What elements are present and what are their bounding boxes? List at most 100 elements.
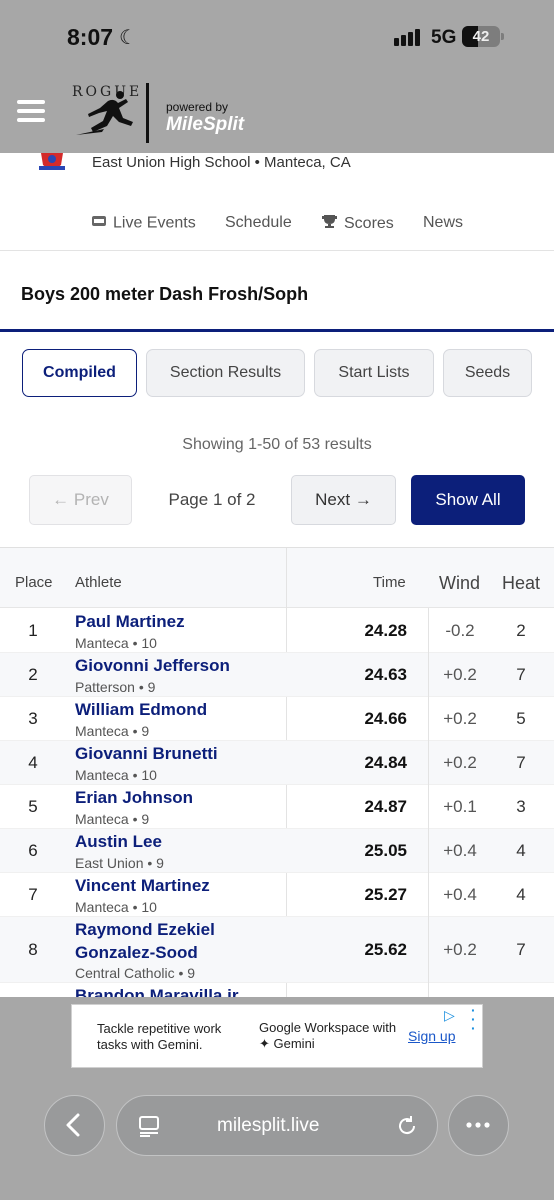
tab-section-results[interactable]: Section Results [146, 349, 305, 397]
ad-choices-icon[interactable]: ▷ [444, 1007, 455, 1024]
cell-place: 3 [28, 709, 38, 728]
nav-label: Scores [344, 215, 394, 233]
nav-label: Live Events [113, 214, 196, 232]
cell-place: 1 [28, 621, 38, 640]
cell-wind: +0.1 [443, 797, 477, 816]
moon-icon: ☾ [119, 27, 137, 49]
signal-icon [394, 28, 422, 46]
athlete-team[interactable]: Manteca • 9 [75, 811, 149, 827]
header-heat[interactable]: Heat [502, 573, 540, 594]
cell-time: 25.05 [364, 841, 407, 860]
cell-place: 8 [28, 940, 38, 959]
milesplit-logo[interactable]: MileSplit [166, 114, 244, 136]
athlete-name-link[interactable]: Raymond Ezekiel Gonzalez-Sood [75, 918, 275, 964]
cell-place: 7 [28, 885, 38, 904]
ellipsis-icon [466, 1122, 490, 1128]
table-row: 8 Raymond Ezekiel Gonzalez-Sood Central Ca… [0, 917, 554, 983]
ad-menu-icon[interactable]: · · · [471, 1003, 477, 1035]
cell-wind: +0.2 [443, 709, 477, 728]
url-bar[interactable]: milesplit.live [116, 1095, 438, 1156]
powered-by-label: powered by [166, 100, 229, 114]
athlete-name-link[interactable]: Erian Johnson [75, 786, 275, 809]
cell-heat: 3 [516, 797, 526, 816]
cell-time: 24.66 [364, 709, 407, 728]
athlete-name-link[interactable]: Giovanni Brunetti [75, 742, 275, 765]
cell-time: 24.63 [364, 665, 407, 684]
athlete-name-link[interactable]: Austin Lee [75, 830, 275, 853]
cell-heat: 4 [516, 841, 526, 860]
athlete-name-link[interactable]: Vincent Martinez [75, 874, 275, 897]
event-title: Boys 200 meter Dash Frosh/Soph [21, 284, 309, 304]
chevron-left-icon [66, 1113, 80, 1137]
ad-banner[interactable]: Tackle repetitive work tasks with Gemini… [71, 1003, 483, 1068]
cell-wind: +0.2 [443, 665, 477, 684]
nav-live-events[interactable]: Live Events [91, 214, 196, 233]
athlete-name-link[interactable]: Brandon Maravilla jr [75, 984, 275, 997]
prev-button[interactable]: ← Prev [29, 475, 132, 525]
results-count: Showing 1-50 of 53 results [182, 436, 372, 453]
status-time: 8:07 [67, 24, 114, 50]
next-button[interactable]: Next → [291, 475, 396, 525]
cell-place: 2 [28, 665, 38, 684]
table-row: 1 Paul Martinez Manteca • 10 24.28 -0.2 2 [0, 609, 554, 653]
reload-icon[interactable] [395, 1114, 419, 1138]
athlete-team[interactable]: Manteca • 10 [75, 767, 157, 783]
cell-time: 25.27 [364, 885, 407, 904]
header-wind[interactable]: Wind [439, 573, 480, 594]
athlete-team[interactable]: Manteca • 10 [75, 635, 157, 651]
header-place[interactable]: Place [15, 574, 53, 591]
divider [0, 250, 554, 251]
nav-news[interactable]: News [423, 214, 463, 232]
table-row: 7 Vincent Martinez Manteca • 10 25.27 +0.4 4 [0, 873, 554, 917]
cell-time: 24.87 [364, 797, 407, 816]
school-crest-icon [39, 153, 65, 170]
cell-wind: +0.4 [443, 841, 477, 860]
athlete-team[interactable]: Manteca • 9 [75, 723, 149, 739]
rogue-runner-logo[interactable] [70, 83, 152, 145]
cell-heat: 7 [516, 665, 526, 684]
network-type: 5G [431, 27, 457, 48]
back-button[interactable] [44, 1095, 105, 1156]
cell-heat: 2 [516, 621, 526, 640]
ad-text: Tackle repetitive work tasks with Gemini… [97, 1021, 222, 1052]
header-athlete[interactable]: Athlete [75, 574, 122, 591]
nav-scores[interactable]: Scores [321, 214, 394, 234]
athlete-name-link[interactable]: Paul Martinez [75, 610, 275, 633]
page-indicator: Page 1 of 2 [168, 490, 256, 509]
athlete-team[interactable]: East Union • 9 [75, 855, 164, 871]
athlete-team[interactable]: Central Catholic • 9 [75, 965, 195, 981]
athlete-team[interactable]: Manteca • 10 [75, 899, 157, 915]
url-text: milesplit.live [217, 1115, 320, 1136]
cell-heat: 7 [516, 940, 526, 959]
cell-place: 5 [28, 797, 38, 816]
nav-schedule[interactable]: Schedule [225, 214, 292, 232]
tab-seeds[interactable]: Seeds [443, 349, 532, 397]
athlete-name-link[interactable]: Giovonni Jefferson [75, 654, 275, 677]
cell-time: 24.84 [364, 753, 407, 772]
cell-place: 6 [28, 841, 38, 860]
ad-signup-link[interactable]: Sign up [408, 1028, 455, 1044]
tab-start-lists[interactable]: Start Lists [314, 349, 434, 397]
athlete-team[interactable]: Patterson • 9 [75, 679, 155, 695]
athlete-name-link[interactable]: William Edmond [75, 698, 275, 721]
table-row: 5 Erian Johnson Manteca • 9 24.87 +0.1 3 [0, 785, 554, 829]
show-all-button[interactable]: Show All [411, 475, 525, 525]
tabs-icon[interactable] [137, 1114, 161, 1138]
school-name[interactable]: East Union High School • Manteca, CA [92, 154, 351, 171]
cell-wind: +0.4 [443, 885, 477, 904]
nav-label: Schedule [225, 214, 292, 231]
table-row: 2 Giovonni Jefferson Patterson • 9 24.63 +0.… [0, 653, 554, 697]
menu-icon[interactable] [17, 100, 45, 122]
tab-compiled[interactable]: Compiled [22, 349, 137, 397]
table-row: 9Brandon Maravilla jr25.68+0.23 [0, 983, 554, 997]
cell-heat: 7 [516, 753, 526, 772]
header-time[interactable]: Time [373, 574, 406, 591]
nav-label: News [423, 214, 464, 231]
battery-icon: 42 [462, 26, 504, 47]
table-row: 3 William Edmond Manteca • 9 24.66 +0.2 5 [0, 697, 554, 741]
battery-level: 42 [472, 28, 490, 45]
more-button[interactable] [448, 1095, 509, 1156]
cell-wind: +0.2 [443, 940, 477, 959]
table-row: 6 Austin Lee East Union • 9 25.05 +0.4 4 [0, 829, 554, 873]
table-row: 4 Giovanni Brunetti Manteca • 10 24.84 +0.2 7 [0, 741, 554, 785]
